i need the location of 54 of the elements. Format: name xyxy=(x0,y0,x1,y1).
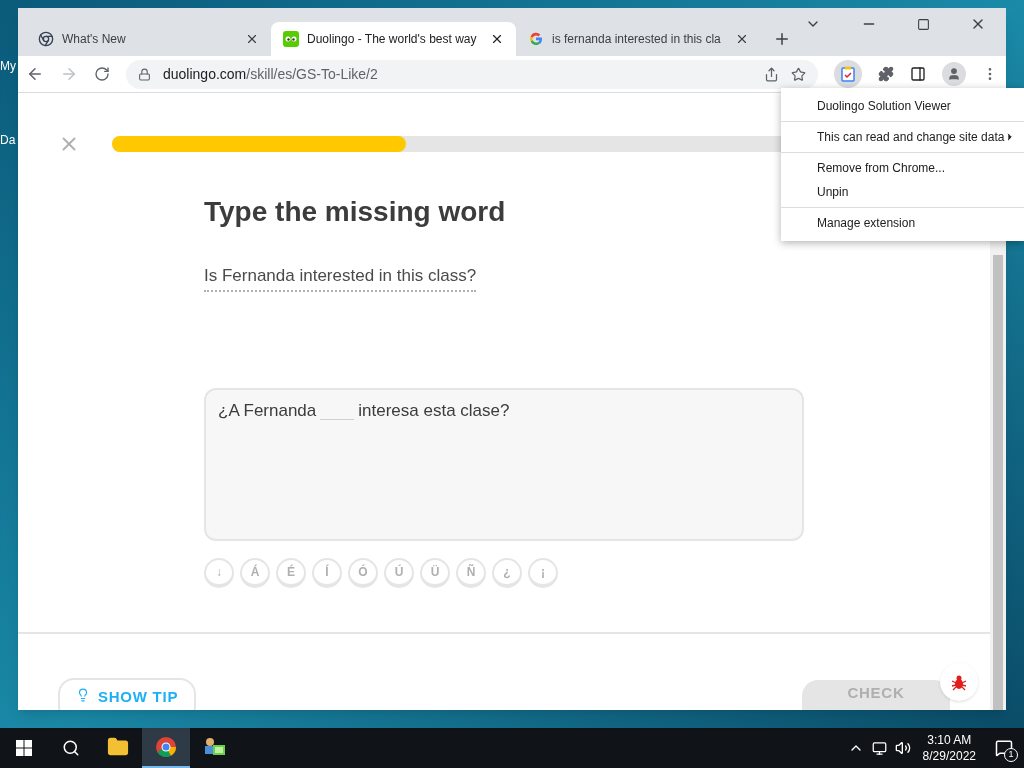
url-text: duolingo.com/skill/es/GS-To-Like/2 xyxy=(163,64,379,84)
windows-logo-icon xyxy=(16,740,32,756)
computers-icon xyxy=(202,736,226,758)
menu-item[interactable]: Manage extension xyxy=(781,211,1024,235)
chrome-logo-icon xyxy=(38,31,54,47)
bookmark-star-icon[interactable] xyxy=(791,66,806,82)
volume-icon[interactable] xyxy=(894,740,911,756)
clock-date: 8/29/2022 xyxy=(922,748,976,764)
sentence-text: interesa esta clase? xyxy=(358,399,510,422)
desktop-icon-label: My xyxy=(0,58,16,74)
clipboard-check-icon xyxy=(841,66,855,82)
browser-tab[interactable]: What's New xyxy=(26,22,271,56)
browser-tab[interactable]: Duolingo - The world's best way xyxy=(271,22,516,56)
extensions-icon[interactable] xyxy=(878,66,894,82)
reload-icon[interactable] xyxy=(94,66,110,82)
profile-avatar[interactable] xyxy=(942,62,966,86)
maximize-icon[interactable] xyxy=(917,17,930,31)
notification-icon xyxy=(995,739,1013,757)
menu-item[interactable]: Duolingo Solution Viewer xyxy=(781,94,1024,118)
menu-item[interactable]: Unpin xyxy=(781,180,1024,204)
extension-button[interactable] xyxy=(834,60,862,88)
clock[interactable]: 3:10 AM 8/29/2022 xyxy=(914,732,984,764)
google-logo-icon xyxy=(528,31,544,47)
prompt-sentence[interactable]: Is Fernanda interested in this class? xyxy=(204,263,477,292)
desktop-icon-label: Da xyxy=(0,132,16,148)
taskbar-app[interactable] xyxy=(142,728,190,768)
clock-time: 3:10 AM xyxy=(927,732,972,748)
network-icon[interactable] xyxy=(871,740,887,756)
notification-button[interactable]: 1 xyxy=(984,728,1024,768)
bug-report-button[interactable] xyxy=(940,663,978,701)
back-icon[interactable] xyxy=(26,65,44,83)
share-icon[interactable] xyxy=(764,66,779,82)
owl-logo-icon xyxy=(283,31,299,47)
tab-title: is fernanda interested in this cla xyxy=(552,31,722,48)
search-icon[interactable] xyxy=(62,739,80,757)
close-icon[interactable] xyxy=(735,32,749,46)
lock-icon xyxy=(138,67,151,81)
browser-tab[interactable]: is fernanda interested in this cla xyxy=(516,22,761,56)
lightbulb-icon xyxy=(76,687,90,702)
menu-item[interactable]: This can read and change site data xyxy=(781,125,1024,149)
address-bar[interactable]: duolingo.com/skill/es/GS-To-Like/2 xyxy=(126,59,818,89)
exercise-heading: Type the missing word xyxy=(204,195,506,229)
tab-title: What's New xyxy=(62,31,127,48)
folder-icon xyxy=(107,736,129,758)
menu-item[interactable]: Remove from Chrome... xyxy=(781,156,1024,180)
side-panel-icon[interactable] xyxy=(910,66,926,82)
sentence-text: ¿A Fernanda xyxy=(218,399,317,422)
bug-icon xyxy=(950,673,968,691)
chrome-logo-icon xyxy=(155,736,177,758)
notification-badge: 1 xyxy=(1004,748,1018,762)
new-tab-icon[interactable] xyxy=(773,30,791,48)
close-icon[interactable] xyxy=(245,32,259,46)
close-icon[interactable] xyxy=(490,32,504,46)
tab-title: Duolingo - The world's best way xyxy=(307,31,478,48)
